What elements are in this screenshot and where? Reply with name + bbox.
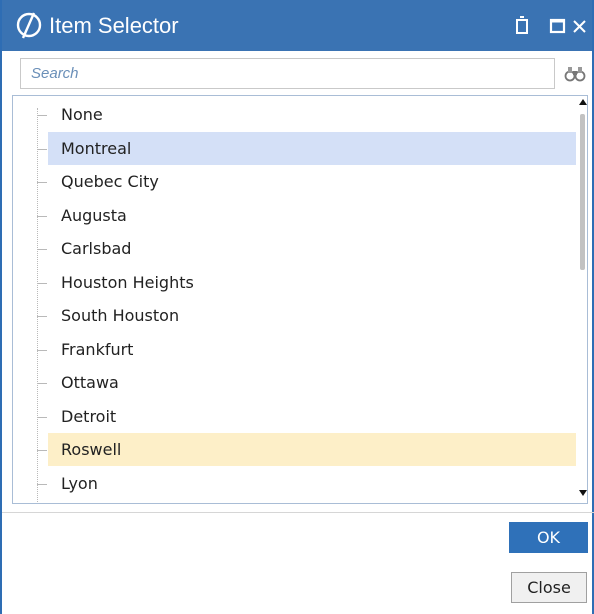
tree-item-label: Roswell [61, 440, 122, 459]
divider [2, 512, 594, 513]
tree-connector-tick [37, 450, 47, 451]
window-title: Item Selector [49, 13, 179, 38]
tree-connector-tick [37, 483, 47, 485]
tree-connector-tick [37, 148, 47, 150]
tree-item[interactable]: Ottawa [48, 366, 576, 399]
close-button[interactable]: Close [511, 572, 587, 603]
tree-connector-tick [37, 215, 47, 217]
close-icon[interactable] [570, 14, 590, 38]
tree-item-label: Ottawa [61, 373, 119, 392]
tree-item[interactable]: Carlsbad [48, 232, 576, 265]
tree-item[interactable]: Roswell [48, 433, 576, 466]
tree-item[interactable]: Augusta [48, 199, 576, 232]
tree-connector-tick [37, 115, 47, 116]
tree-connector-tick [37, 383, 47, 384]
tree-item-label: Carlsbad [61, 239, 132, 258]
tree-item-label: Frankfurt [61, 339, 134, 359]
tree-connector-tick [37, 282, 47, 284]
tree-item[interactable]: Quebec City [48, 165, 576, 198]
tree-item[interactable]: Houston Heights [48, 266, 576, 299]
scroll-down-arrow-icon[interactable] [579, 490, 587, 496]
tree-item-label: Houston Heights [61, 272, 194, 292]
tree-item-label: Detroit [61, 406, 117, 426]
tree-connector-tick [37, 182, 47, 183]
tree-item[interactable]: South Houston [48, 299, 576, 332]
item-selector-dialog: Item Selector NoneMontrealQuebec CityAug [0, 0, 594, 614]
scroll-thumb[interactable] [580, 114, 585, 270]
tree-item-label: Lyon [61, 473, 98, 493]
tree-item-label: Augusta [61, 205, 127, 225]
tree-item-label: None [61, 105, 103, 124]
tree-connector-tick [37, 349, 47, 351]
tree-connector-tick [37, 416, 47, 418]
tree-item-label: South Houston [61, 306, 180, 325]
tree-item[interactable]: Montreal [48, 131, 576, 165]
tree-item-label: Quebec City [61, 172, 159, 191]
tree-connector-tick [37, 249, 47, 250]
tree-item-label: Montreal [61, 138, 132, 158]
restore-icon[interactable] [510, 14, 534, 38]
maximize-icon[interactable] [547, 14, 571, 38]
tree-item[interactable]: Frankfurt [48, 333, 576, 366]
item-tree[interactable]: None Montreal Quebec City Augusta Carlsbad Ho… [12, 95, 588, 504]
tree-item[interactable]: None [48, 98, 576, 131]
tree-connector-line [37, 108, 38, 503]
search-box [20, 58, 555, 89]
app-logo-icon [16, 12, 42, 39]
scroll-up-arrow-icon[interactable] [579, 99, 587, 105]
tree-connector-tick [37, 316, 47, 317]
tree-item[interactable]: Detroit [48, 400, 576, 433]
tree-item[interactable]: Lyon [48, 467, 576, 500]
binoculars-icon[interactable] [564, 62, 586, 84]
search-input[interactable] [21, 59, 554, 88]
title-bar[interactable]: Item Selector [2, 0, 592, 51]
ok-button[interactable]: OK [509, 522, 588, 553]
tree-scrollbar[interactable] [577, 96, 587, 503]
